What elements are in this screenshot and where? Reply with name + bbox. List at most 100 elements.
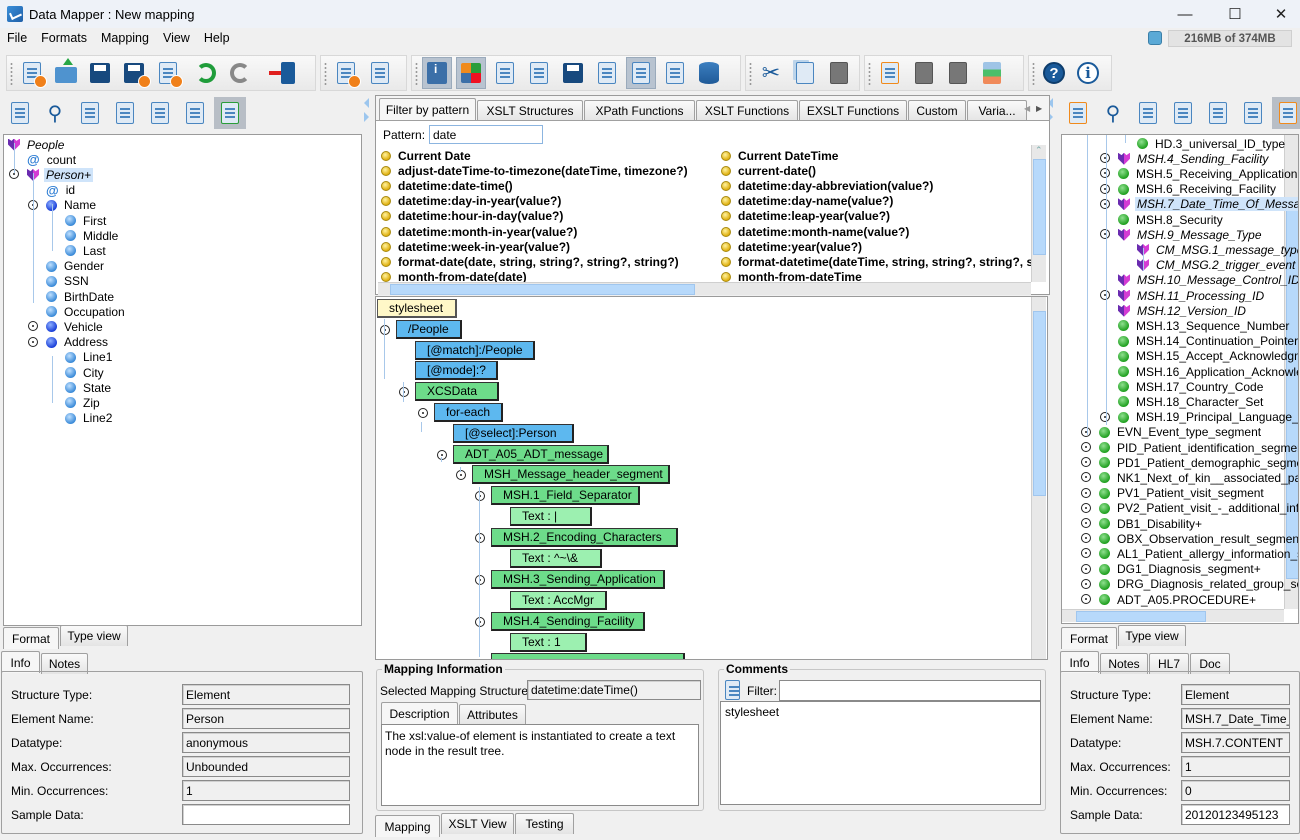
target-find-button[interactable]: ⚲ [1097,97,1129,129]
save-as-button[interactable] [119,57,151,89]
target-preview-button[interactable] [1202,97,1234,129]
tree-node[interactable]: People [8,137,66,152]
tree-node[interactable]: AL1_Patient_allergy_information_segment [1099,546,1298,561]
function-item[interactable]: Current Date [381,148,471,163]
scroll-thumb[interactable] [390,284,695,295]
view-info-button[interactable] [422,57,452,89]
tab-format[interactable]: Format [3,627,59,649]
mapping-node[interactable]: [@select]:Person [453,423,574,443]
open-button[interactable] [51,57,81,89]
move-up-button[interactable] [875,57,905,89]
target-edit-button[interactable] [1237,97,1269,129]
target-structure-button[interactable] [1272,97,1300,129]
tree-node[interactable]: SSN [46,274,91,289]
tree-node[interactable]: MSH.12_Version_ID [1118,303,1248,318]
save-button[interactable] [85,57,115,89]
tree-node[interactable]: ADT_A05.PROCEDURE+ [1099,592,1258,607]
tab-info[interactable]: Info [1,651,40,673]
function-item[interactable]: datetime:month-name(value?) [721,224,909,239]
function-item[interactable]: adjust-dateTime-to-timezone(dateTime, ti… [381,163,688,178]
save-schedule-button[interactable] [558,57,588,89]
minimize-button[interactable]: — [1162,0,1208,28]
function-item[interactable]: datetime:hour-in-day(value?) [381,209,563,224]
scroll-up-icon[interactable]: ⌃ [1035,145,1043,156]
tab-type-view[interactable]: Type view [60,625,128,646]
help-button[interactable]: ? [1039,57,1069,89]
tree-node[interactable]: DB1_Disability+ [1099,516,1204,531]
expand-toggle-icon[interactable] [1081,442,1091,452]
align-bottom-button[interactable] [943,57,973,89]
tree-node[interactable]: MSH.14_Continuation_Pointer [1118,334,1298,349]
database-button[interactable] [694,57,724,89]
menu-help[interactable]: Help [197,31,237,45]
tree-node[interactable]: Address [46,335,110,350]
functions-vscrollbar[interactable]: ⌃ [1031,145,1046,282]
source-edit-button[interactable] [179,97,211,129]
toolbar-grip[interactable] [324,62,327,86]
tree-node[interactable]: Occupation [46,304,127,319]
function-item[interactable]: datetime:leap-year(value?) [721,209,890,224]
tree-node[interactable]: PV2_Patient_visit_-_additional_informati… [1099,501,1298,516]
tree-node[interactable]: EVN_Event_type_segment [1099,425,1263,440]
tree-node[interactable]: MSH.5_Receiving_Application [1118,166,1298,181]
function-item[interactable]: datetime:month-in-year(value?) [381,224,577,239]
tree-node[interactable]: DRG_Diagnosis_related_group_segment [1099,577,1298,592]
mapping-node[interactable]: Text : | [510,507,592,527]
tree-node[interactable]: Middle [65,228,120,243]
tree-node[interactable]: First [65,213,108,228]
collapse-toggle-icon[interactable] [437,449,447,460]
table-field-button[interactable] [660,57,690,89]
tree-node[interactable]: OBX_Observation_result_segment [1099,531,1298,546]
tree-node[interactable]: MSH.11_Processing_ID [1118,288,1266,303]
tree-node[interactable]: Name [46,198,98,213]
expand-toggle-icon[interactable] [1081,426,1091,437]
scroll-thumb[interactable] [1076,611,1206,622]
function-tab[interactable]: XPath Functions [584,100,695,121]
mapping-node[interactable]: MSH.2_Encoding_Characters [491,528,678,547]
source-list-button[interactable] [109,97,141,129]
function-item[interactable]: datetime:day-abbreviation(value?) [721,178,933,193]
mapping-node[interactable]: Text : ^~\& [510,548,602,568]
tree-node[interactable]: Gender [46,259,106,274]
function-tab[interactable]: Filter by pattern [379,98,476,120]
xml-source-button[interactable] [524,57,554,89]
tree-node[interactable]: MSH.9_Message_Type [1118,227,1264,242]
collapse-left-arrow[interactable] [364,98,369,108]
tree-node[interactable]: MSH.18_Character_Set [1118,394,1265,409]
function-item[interactable]: datetime:date-time() [381,178,513,193]
menu-mapping[interactable]: Mapping [94,31,156,45]
tree-node[interactable]: Vehicle [46,319,105,334]
field-value[interactable] [182,804,350,825]
expand-toggle-icon[interactable] [1081,457,1091,468]
target-list-button[interactable] [1167,97,1199,129]
add-mapping-button[interactable] [331,57,361,89]
expand-toggle-icon[interactable] [1081,533,1091,544]
tree-node[interactable]: Zip [65,395,102,410]
new-button[interactable] [17,57,47,89]
menu-formats[interactable]: Formats [34,31,94,45]
toolbar-grip[interactable] [10,62,13,86]
tree-node[interactable]: PV1_Patient_visit_segment [1099,486,1266,501]
target-notes-button[interactable] [1132,97,1164,129]
mapping-node[interactable]: /People [396,319,462,339]
collapse-toggle-icon[interactable] [475,616,485,627]
tree-node[interactable]: Person+ [27,167,94,182]
expand-toggle-icon[interactable] [1081,487,1091,498]
mapping-node[interactable]: MSH.3_Sending_Application [491,569,665,589]
checklist-button[interactable] [490,57,520,89]
scroll-thumb[interactable] [1033,311,1046,496]
tree-node[interactable]: NK1_Next_of_kin__associated_parties [1099,470,1298,485]
tree-node[interactable]: Line2 [65,411,114,426]
tree-node[interactable]: @ count [27,152,78,167]
tree-node[interactable]: MSH.7_Date_Time_Of_Message [1118,197,1298,212]
tree-node[interactable]: MSH.16_Application_Acknowledgment_Type [1118,364,1298,379]
function-item[interactable]: datetime:year(value?) [721,239,862,254]
mapping-node[interactable]: [@mode]:? [415,361,498,381]
collapse-toggle-icon[interactable] [399,387,409,398]
expand-toggle-icon[interactable] [1081,502,1091,513]
collapse-toggle-icon[interactable] [418,408,428,418]
document-code-button[interactable] [592,57,622,89]
tab-scroll-right-icon[interactable]: ▶ [1036,104,1042,113]
function-tab[interactable]: XSLT Structures [477,100,583,121]
collapse-toggle-icon[interactable] [456,470,466,481]
